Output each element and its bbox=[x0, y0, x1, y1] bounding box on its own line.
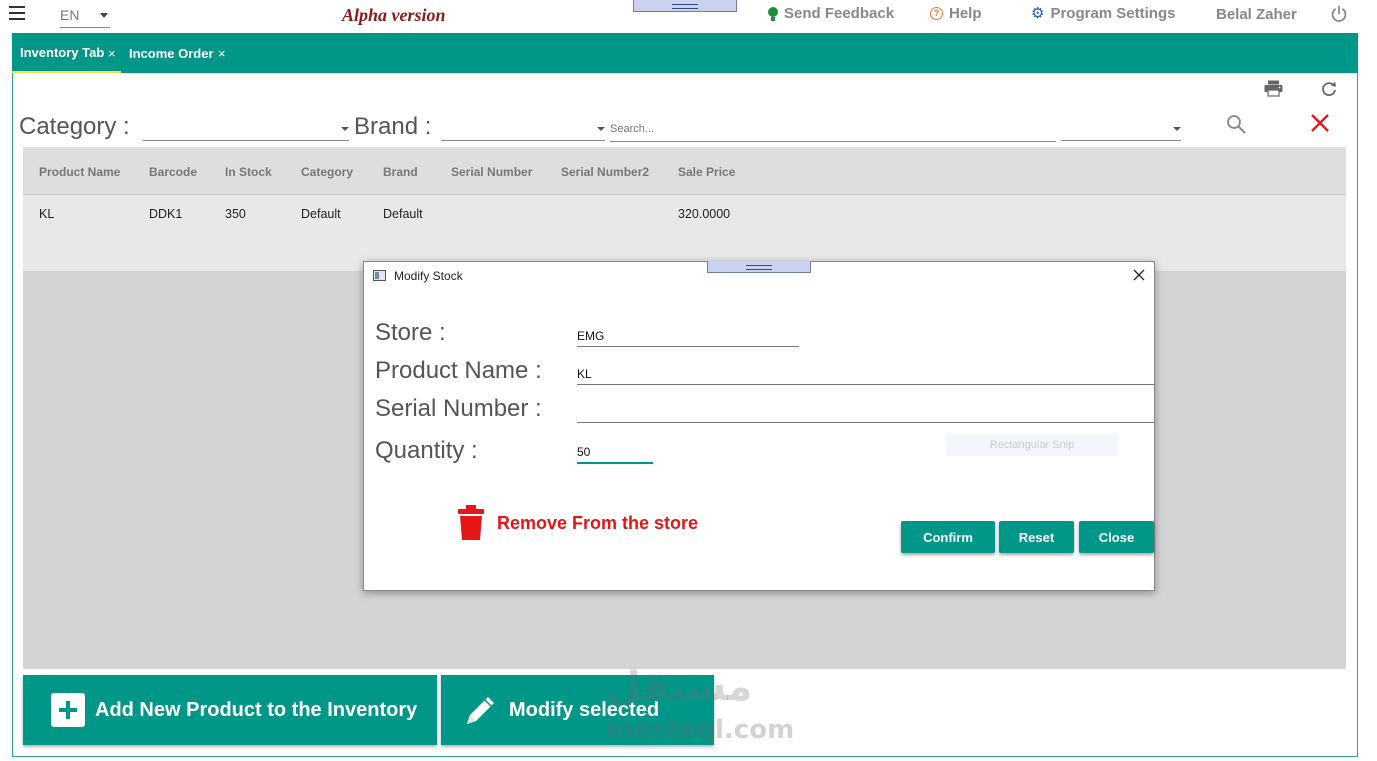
close-icon[interactable] bbox=[1130, 266, 1148, 284]
chevron-down-icon bbox=[100, 13, 108, 18]
tab-inventory[interactable]: Inventory Tab bbox=[12, 33, 121, 73]
user-name[interactable]: Belal Zaher bbox=[1216, 6, 1297, 23]
store-field[interactable] bbox=[577, 325, 799, 347]
category-combobox[interactable] bbox=[143, 117, 349, 141]
dialog-drag-handle[interactable] bbox=[707, 261, 811, 273]
help-link[interactable]: ? Help bbox=[930, 5, 982, 22]
dialog-title: Modify Stock bbox=[394, 269, 463, 283]
tab-inventory-label: Inventory Tab bbox=[20, 44, 105, 60]
category-label: Category : bbox=[19, 113, 130, 140]
tab-income-order-close-icon[interactable]: × bbox=[218, 33, 226, 73]
table-cell: KL bbox=[39, 207, 55, 221]
gear-icon: ⚙ bbox=[1031, 4, 1045, 22]
help-icon: ? bbox=[930, 7, 943, 20]
pencil-icon bbox=[467, 697, 494, 724]
brand-label: Brand : bbox=[354, 113, 432, 140]
remove-from-store-link[interactable]: Remove From the store bbox=[457, 505, 698, 541]
brand-combobox[interactable] bbox=[441, 117, 605, 141]
language-select[interactable]: EN bbox=[60, 4, 110, 28]
column-header[interactable]: Category bbox=[301, 165, 353, 179]
confirm-button[interactable]: Confirm bbox=[901, 521, 995, 553]
column-header[interactable]: Product Name bbox=[39, 165, 120, 179]
product-name-field[interactable] bbox=[577, 363, 1155, 385]
product-name-label: Product Name : bbox=[375, 357, 542, 384]
modify-stock-dialog: Modify Stock Store : Product Name : Seri… bbox=[363, 261, 1155, 591]
column-header[interactable]: Brand bbox=[383, 165, 418, 179]
search-field[interactable] bbox=[610, 120, 1056, 142]
search-field-combobox[interactable] bbox=[1061, 117, 1181, 141]
window-app-icon bbox=[373, 270, 386, 281]
column-header[interactable]: Sale Price bbox=[678, 165, 735, 179]
add-new-product-label: Add New Product to the Inventory bbox=[95, 698, 418, 721]
chevron-down-icon bbox=[1173, 127, 1181, 131]
close-button[interactable]: Close bbox=[1079, 521, 1154, 553]
help-label: Help bbox=[949, 5, 982, 22]
tab-income-order-label: Income Order bbox=[129, 45, 214, 61]
quantity-label: Quantity : bbox=[375, 437, 478, 464]
table-cell: 320.0000 bbox=[678, 207, 731, 221]
tab-inventory-close-icon[interactable]: × bbox=[108, 33, 116, 73]
tab-bar: Inventory Tab × Income Order × bbox=[12, 33, 1358, 73]
version-label: Alpha version bbox=[342, 5, 446, 25]
table-cell: Default bbox=[383, 207, 423, 221]
column-header[interactable]: Barcode bbox=[149, 165, 197, 179]
language-value: EN bbox=[60, 7, 80, 23]
send-feedback-label: Send Feedback bbox=[784, 5, 895, 22]
plus-icon bbox=[51, 693, 85, 727]
trash-icon bbox=[458, 505, 484, 540]
program-settings-link[interactable]: ⚙ Program Settings bbox=[1031, 5, 1175, 22]
chevron-down-icon bbox=[597, 127, 605, 131]
lightbulb-icon bbox=[768, 6, 778, 21]
send-feedback-link[interactable]: Send Feedback bbox=[768, 5, 894, 22]
add-new-product-button[interactable]: Add New Product to the Inventory bbox=[23, 675, 437, 745]
tab-income-order[interactable]: Income Order bbox=[129, 33, 214, 73]
power-icon[interactable] bbox=[1330, 5, 1348, 23]
serial-number-label: Serial Number : bbox=[375, 395, 542, 422]
snip-tooltip: Rectangular Snip bbox=[946, 434, 1118, 456]
table-row[interactable]: KL DDK1 350 Default Default 320.0000 bbox=[23, 195, 1346, 271]
clear-filters-icon[interactable] bbox=[1310, 113, 1330, 133]
modify-selected-label: Modify selected bbox=[509, 698, 660, 721]
column-header[interactable]: In Stock bbox=[225, 165, 272, 179]
hamburger-menu-icon[interactable] bbox=[9, 6, 25, 20]
quantity-field[interactable] bbox=[577, 442, 653, 464]
table-cell: Default bbox=[301, 207, 341, 221]
serial-number-field[interactable] bbox=[577, 401, 1155, 423]
column-header[interactable]: Serial Number bbox=[451, 165, 532, 179]
print-icon[interactable] bbox=[1264, 80, 1283, 97]
store-label: Store : bbox=[375, 319, 446, 346]
chevron-down-icon bbox=[341, 127, 349, 131]
table-cell: DDK1 bbox=[149, 207, 183, 221]
program-settings-label: Program Settings bbox=[1050, 5, 1176, 22]
top-bar: EN Alpha version Send Feedback ? Help ⚙ … bbox=[0, 0, 1377, 32]
window-drag-handle[interactable] bbox=[633, 0, 737, 12]
reset-button[interactable]: Reset bbox=[999, 521, 1074, 553]
search-input[interactable] bbox=[610, 123, 1056, 135]
remove-from-store-label: Remove From the store bbox=[497, 512, 699, 533]
search-icon[interactable] bbox=[1226, 114, 1246, 134]
grid-header: Product Name Barcode In Stock Category B… bbox=[23, 147, 1346, 195]
column-header[interactable]: Serial Number2 bbox=[561, 165, 649, 179]
table-cell: 350 bbox=[225, 207, 246, 221]
modify-selected-button[interactable]: Modify selected bbox=[441, 675, 714, 745]
refresh-icon[interactable] bbox=[1320, 80, 1338, 98]
